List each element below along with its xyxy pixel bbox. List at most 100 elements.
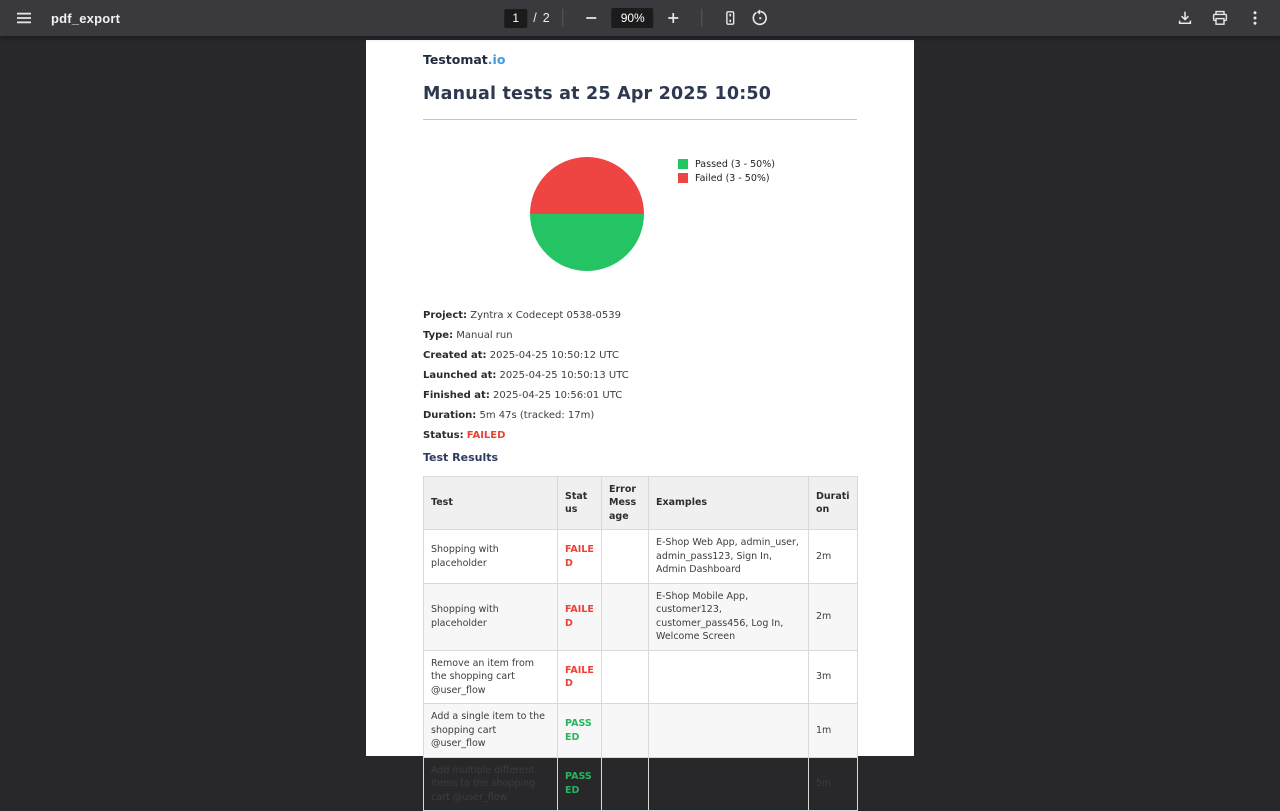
table-row: Shopping with placeholder FAILED E-Shop …	[424, 530, 858, 583]
cell-test: Shopping with placeholder	[424, 583, 558, 650]
header-error-message: Error Message	[602, 477, 649, 530]
table-row: Shopping with placeholder FAILED E-Shop …	[424, 583, 858, 650]
meta-line: Created at: 2025-04-25 10:50:12 UTC	[423, 350, 629, 370]
cell-examples	[649, 704, 809, 757]
cell-duration: 2m	[809, 583, 858, 650]
print-icon	[1211, 9, 1229, 27]
meta-value: Zyntra x Codecept 0538-0539	[470, 310, 621, 321]
toolbar-divider	[563, 9, 564, 27]
meta-label: Status:	[423, 430, 464, 441]
toolbar-divider	[702, 9, 703, 27]
results-pie-chart	[530, 157, 644, 271]
zoom-out-icon	[585, 11, 599, 25]
section-title: Test Results	[423, 451, 498, 464]
meta-value: Manual run	[456, 330, 512, 341]
cell-test: Shopping with placeholder	[424, 530, 558, 583]
meta-line: Project: Zyntra x Codecept 0538-0539	[423, 310, 629, 330]
cell-error-message	[602, 704, 649, 757]
cell-status: PASSED	[558, 757, 602, 810]
legend-swatch	[678, 159, 688, 169]
legend-label: Failed (3 - 50%)	[695, 173, 770, 184]
page-total: 2	[543, 11, 550, 25]
logo-suffix: .io	[488, 52, 506, 67]
meta-value: 2025-04-25 10:50:12 UTC	[490, 350, 619, 361]
header-examples: Examples	[649, 477, 809, 530]
cell-examples: E-Shop Web App, admin_user, admin_pass12…	[649, 530, 809, 583]
table-row: Remove an item from the shopping cart @u…	[424, 650, 858, 703]
meta-label: Project:	[423, 310, 467, 321]
pdf-viewer-toolbar: pdf_export / 2 90%	[0, 0, 1280, 36]
logo-brand: Testomat	[423, 52, 488, 67]
header-duration: Duration	[809, 477, 858, 530]
cell-examples	[649, 650, 809, 703]
meta-line: Duration: 5m 47s (tracked: 17m)	[423, 410, 629, 430]
meta-label: Created at:	[423, 350, 487, 361]
cell-error-message	[602, 650, 649, 703]
meta-value: 2025-04-25 10:56:01 UTC	[493, 390, 622, 401]
zoom-out-button[interactable]	[577, 3, 607, 33]
table-row: Add a single item to the shopping cart @…	[424, 704, 858, 757]
meta-line: Finished at: 2025-04-25 10:56:01 UTC	[423, 390, 629, 410]
print-button[interactable]	[1205, 3, 1235, 33]
cell-test: Add a single item to the shopping cart @…	[424, 704, 558, 757]
pdf-page: Testomat.io Manual tests at 25 Apr 2025 …	[366, 40, 914, 756]
report-title: Manual tests at 25 Apr 2025 10:50	[423, 84, 771, 104]
cell-duration: 2m	[809, 530, 858, 583]
header-test: Test	[424, 477, 558, 530]
legend-label: Passed (3 - 50%)	[695, 159, 775, 170]
cell-examples: E-Shop Mobile App, customer123, customer…	[649, 583, 809, 650]
zoom-level-value[interactable]: 90%	[612, 8, 654, 28]
meta-label: Finished at:	[423, 390, 490, 401]
cell-duration: 1m	[809, 704, 858, 757]
header-status: Status	[558, 477, 602, 530]
fit-to-page-icon	[723, 10, 739, 26]
cell-duration: 5m	[809, 757, 858, 810]
more-options-button[interactable]	[1240, 3, 1270, 33]
download-icon	[1176, 9, 1194, 27]
toolbar-right	[1170, 3, 1280, 33]
table-row: Add multiple different items to the shop…	[424, 757, 858, 810]
cell-status: FAILED	[558, 583, 602, 650]
cell-status: FAILED	[558, 530, 602, 583]
meta-label: Type:	[423, 330, 453, 341]
pdf-canvas[interactable]: Testomat.io Manual tests at 25 Apr 2025 …	[0, 36, 1280, 720]
chart-legend: Passed (3 - 50%) Failed (3 - 50%)	[678, 159, 775, 183]
cell-error-message	[602, 530, 649, 583]
cell-status: FAILED	[558, 650, 602, 703]
test-results-table: Test Status Error Message Examples Durat…	[423, 476, 858, 811]
cell-duration: 3m	[809, 650, 858, 703]
run-metadata: Project: Zyntra x Codecept 0538-0539 Typ…	[423, 310, 629, 450]
cell-error-message	[602, 583, 649, 650]
hamburger-icon	[15, 9, 33, 27]
legend-item: Failed (3 - 50%)	[678, 173, 775, 183]
legend-item: Passed (3 - 50%)	[678, 159, 775, 169]
page-separator: /	[533, 11, 536, 25]
meta-label: Duration:	[423, 410, 476, 421]
document-title: pdf_export	[51, 11, 120, 26]
menu-button[interactable]	[9, 3, 39, 33]
cell-examples	[649, 757, 809, 810]
legend-swatch	[678, 173, 688, 183]
toolbar-center: / 2 90%	[504, 0, 775, 36]
meta-value: 2025-04-25 10:50:13 UTC	[500, 370, 629, 381]
meta-value: 5m 47s (tracked: 17m)	[479, 410, 594, 421]
rotate-button[interactable]	[746, 3, 776, 33]
meta-value: FAILED	[467, 430, 506, 441]
cell-status: PASSED	[558, 704, 602, 757]
cell-error-message	[602, 757, 649, 810]
meta-line: Type: Manual run	[423, 330, 629, 350]
meta-line: Status: FAILED	[423, 430, 629, 450]
fit-to-page-button[interactable]	[716, 3, 746, 33]
page-number-input[interactable]	[504, 9, 527, 28]
title-rule	[423, 119, 857, 120]
more-options-icon	[1246, 9, 1264, 27]
zoom-in-button[interactable]	[659, 3, 689, 33]
meta-line: Launched at: 2025-04-25 10:50:13 UTC	[423, 370, 629, 390]
rotate-counterclockwise-icon	[752, 9, 770, 27]
table-header-row: Test Status Error Message Examples Durat…	[424, 477, 858, 530]
download-button[interactable]	[1170, 3, 1200, 33]
cell-test: Add multiple different items to the shop…	[424, 757, 558, 810]
testomat-logo: Testomat.io	[423, 52, 505, 67]
zoom-in-icon	[667, 11, 681, 25]
toolbar-left: pdf_export	[0, 3, 120, 33]
